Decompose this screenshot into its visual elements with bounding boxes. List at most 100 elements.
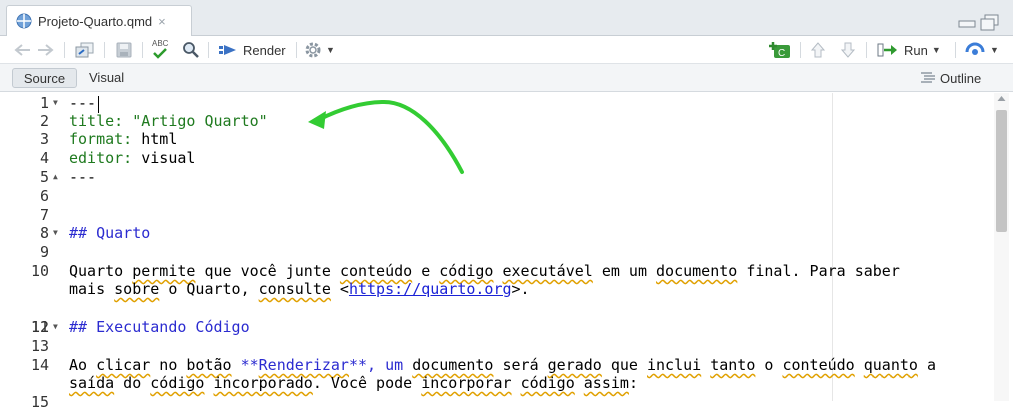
toolbar-divider bbox=[866, 42, 867, 58]
misspelled-word: saída bbox=[69, 374, 115, 392]
misspelled-word: clicar bbox=[96, 356, 151, 374]
go-to-previous-chunk-icon[interactable] bbox=[810, 40, 826, 60]
text-run: final. Para saber bbox=[737, 262, 900, 280]
text-run: em um bbox=[592, 262, 657, 280]
text-run: do bbox=[114, 374, 151, 392]
text-run bbox=[575, 374, 584, 392]
yaml-value: visual bbox=[132, 149, 196, 167]
toolbar-divider bbox=[142, 42, 143, 58]
publish-button[interactable]: ▼ bbox=[964, 40, 999, 60]
text-cursor bbox=[98, 96, 99, 113]
insert-chunk-button[interactable]: C bbox=[768, 40, 792, 60]
misspelled-word: conteúdo bbox=[339, 262, 413, 280]
misspelled-word: incorporar bbox=[421, 374, 512, 392]
source-mode-button[interactable]: Source bbox=[12, 68, 77, 88]
text-run: Ao bbox=[69, 356, 97, 374]
line-number: 7 bbox=[39, 206, 49, 224]
fold-toggle-icon[interactable]: ▲ bbox=[53, 172, 58, 181]
fold-toggle-icon[interactable]: ▼ bbox=[53, 322, 58, 331]
text-run: o Quarto, bbox=[159, 280, 259, 298]
close-tab-icon[interactable]: × bbox=[158, 14, 166, 29]
text-run: . Você pode bbox=[312, 374, 422, 392]
toolbar-divider bbox=[800, 42, 801, 58]
text-run bbox=[493, 262, 502, 280]
code-line-wrap: saída do código incorporado. Você pode i… bbox=[69, 374, 638, 392]
find-replace-icon[interactable] bbox=[182, 40, 200, 60]
toolbar-divider bbox=[955, 42, 956, 58]
misspelled-word: gerado bbox=[547, 356, 602, 374]
line-number: 2 bbox=[39, 112, 49, 130]
spellcheck-icon[interactable]: ABC bbox=[152, 40, 168, 60]
tab-projeto-quarto[interactable]: Projeto-Quarto.qmd × bbox=[6, 5, 192, 36]
run-button[interactable]: Run ▼ bbox=[877, 40, 941, 60]
line-number: 6 bbox=[39, 187, 49, 205]
misspelled-word: incorporado bbox=[213, 374, 313, 392]
render-button[interactable]: Render bbox=[218, 40, 286, 60]
text-run: Quarto bbox=[69, 262, 133, 280]
yaml-value: "Artigo Quarto" bbox=[123, 112, 268, 130]
minimize-pane-icon[interactable] bbox=[958, 14, 976, 28]
back-icon[interactable] bbox=[14, 40, 32, 60]
scrollbar-thumb[interactable] bbox=[996, 110, 1007, 232]
annotation-arrow-icon bbox=[308, 99, 464, 174]
render-options-button[interactable]: ▼ bbox=[304, 40, 335, 60]
line-number: 4 bbox=[39, 149, 49, 167]
svg-text:C: C bbox=[778, 48, 785, 59]
visual-mode-button[interactable]: Visual bbox=[89, 69, 124, 87]
toolbar-divider bbox=[64, 42, 65, 58]
text-run: o bbox=[755, 356, 783, 374]
publish-icon bbox=[965, 42, 985, 55]
line-number-gutter: 1 ▼ 2 3 4 5 ▲ 6 7 8 ▼ 9 10 11 12 ▼ 13 14… bbox=[0, 93, 66, 411]
yaml-delimiter: --- bbox=[69, 168, 97, 186]
misspelled-word: permite bbox=[132, 262, 196, 280]
line-number: 10 bbox=[30, 262, 49, 280]
code-line: editor: visual bbox=[69, 149, 195, 167]
code-line-wrap: mais sobre o Quarto, consulte <https://q… bbox=[69, 280, 530, 298]
misspelled-word: código bbox=[520, 374, 575, 392]
line-number: 9 bbox=[39, 243, 49, 261]
insert-chunk-icon: C bbox=[769, 42, 790, 59]
toolbar-divider bbox=[296, 42, 297, 58]
code-editor[interactable]: 1 ▼ 2 3 4 5 ▲ 6 7 8 ▼ 9 10 11 12 ▼ 13 14… bbox=[0, 93, 1013, 411]
text-run: será bbox=[493, 356, 548, 374]
yaml-value: html bbox=[132, 130, 178, 148]
misspelled-word: código bbox=[439, 262, 494, 280]
text-run bbox=[701, 356, 710, 374]
misspelled-word: tanto bbox=[710, 356, 756, 374]
misspelled-word: documento bbox=[656, 262, 738, 280]
spellcheck-abc-text: ABC bbox=[152, 39, 169, 48]
toolbar-divider bbox=[104, 42, 105, 58]
misspelled-word: inclui bbox=[647, 356, 702, 374]
line-number: 14 bbox=[30, 356, 49, 374]
text-run: >. bbox=[511, 280, 530, 298]
show-in-window-icon[interactable] bbox=[75, 40, 95, 60]
quarto-file-icon bbox=[16, 13, 32, 29]
misspelled-word: botão bbox=[186, 356, 232, 374]
misspelled-word: sobre bbox=[114, 280, 160, 298]
code-line: Quarto permite que você junte conteúdo e… bbox=[69, 262, 900, 280]
go-to-next-chunk-icon[interactable] bbox=[840, 40, 856, 60]
forward-icon[interactable] bbox=[36, 40, 54, 60]
outline-button[interactable]: Outline bbox=[920, 69, 981, 87]
chevron-down-icon: ▼ bbox=[931, 45, 941, 55]
chevron-down-icon: ▼ bbox=[990, 45, 999, 55]
line-number: 13 bbox=[30, 337, 49, 355]
fold-toggle-icon[interactable]: ▼ bbox=[53, 228, 58, 237]
maximize-pane-icon[interactable] bbox=[980, 14, 1000, 32]
code-line: --- bbox=[69, 94, 96, 112]
text-run bbox=[855, 356, 864, 374]
misspelled-word: assim bbox=[583, 374, 629, 392]
chevron-down-icon: ▼ bbox=[326, 45, 335, 55]
url-link[interactable]: https://quarto.org bbox=[349, 280, 512, 298]
text-run: a bbox=[917, 356, 936, 374]
line-number: 1 bbox=[39, 94, 49, 112]
text-run: : bbox=[628, 374, 638, 392]
code-line: title: "Artigo Quarto" bbox=[69, 112, 268, 130]
yaml-key: format: bbox=[69, 130, 133, 148]
code-line: Ao clicar no botão **Renderizar**, um do… bbox=[69, 356, 936, 374]
misspelled-word: consulte bbox=[258, 280, 331, 298]
save-icon[interactable] bbox=[116, 40, 132, 60]
bold-marker: **, um bbox=[348, 356, 413, 374]
scroll-up-arrow-icon[interactable] bbox=[994, 95, 1009, 107]
fold-toggle-icon[interactable]: ▼ bbox=[53, 98, 58, 107]
